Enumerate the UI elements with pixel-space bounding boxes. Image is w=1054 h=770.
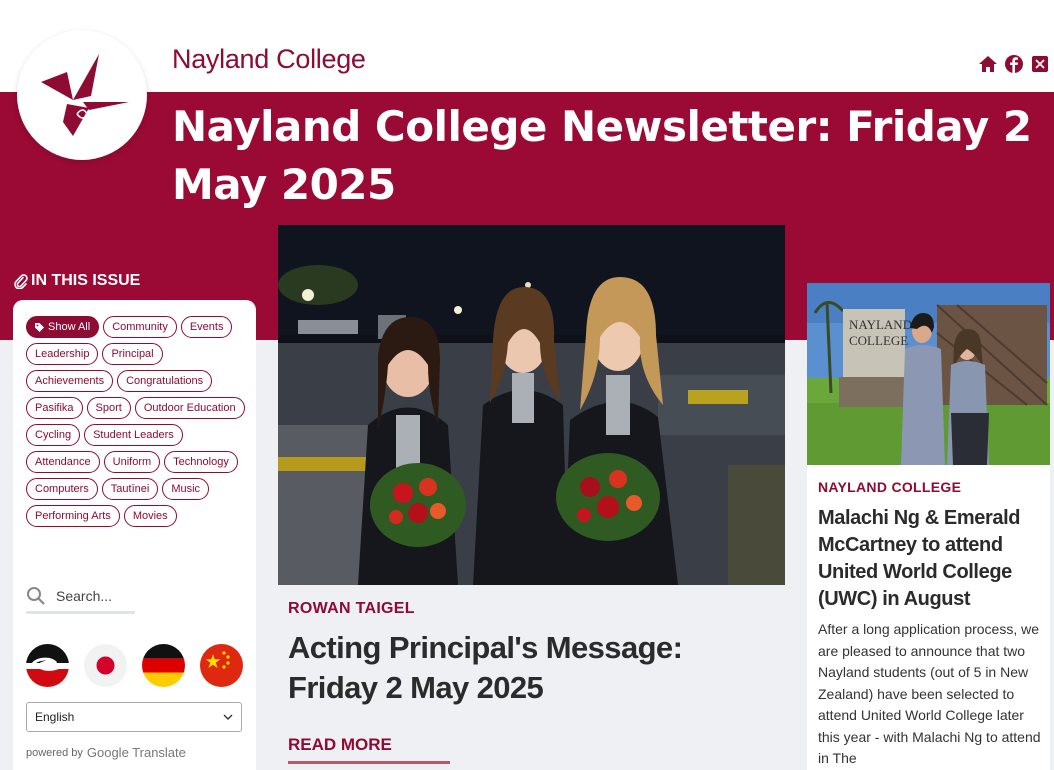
- tag-student-leaders[interactable]: Student Leaders: [84, 424, 183, 446]
- tag-music[interactable]: Music: [162, 478, 210, 500]
- tag-pasifika[interactable]: Pasifika: [26, 397, 83, 419]
- tag-community[interactable]: Community: [103, 316, 177, 338]
- language-select-value: English: [35, 710, 75, 724]
- tag-attendance[interactable]: Attendance: [26, 451, 100, 473]
- crane-logo-icon: [41, 54, 129, 136]
- tag-movies[interactable]: Movies: [123, 505, 177, 527]
- in-this-issue-label: IN THIS ISSUE: [31, 272, 141, 289]
- facebook-icon[interactable]: [1004, 54, 1024, 74]
- students-photo: [278, 225, 785, 585]
- top-bar: [0, 0, 1054, 92]
- maori-flag-icon[interactable]: [26, 644, 69, 687]
- search-input[interactable]: Search...: [26, 580, 135, 614]
- chevron-down-icon: [223, 714, 233, 720]
- card-excerpt: After a long application process, we are…: [818, 621, 1041, 766]
- tag-congratulations[interactable]: Congratulations: [117, 370, 213, 392]
- search-placeholder: Search...: [56, 587, 113, 604]
- tag-uniform[interactable]: Uniform: [103, 451, 161, 473]
- news-card: NAYLAND COLLEGE NAYLAND COLLEGE Malachi …: [807, 283, 1050, 770]
- sidebar: Show All Community Events Leadership Pri…: [13, 300, 256, 770]
- tag-show-all[interactable]: Show All: [26, 316, 100, 338]
- google-translate-brand[interactable]: Google Translate: [87, 745, 186, 760]
- card-title[interactable]: Malachi Ng & Emerald McCartney to attend…: [818, 505, 1046, 613]
- tag-principal[interactable]: Principal: [102, 343, 163, 365]
- home-icon[interactable]: [978, 54, 998, 74]
- feature-author[interactable]: ROWAN TAIGEL: [288, 600, 415, 618]
- tag-events[interactable]: Events: [180, 316, 233, 338]
- tag-icon: [35, 322, 44, 332]
- language-select[interactable]: English: [26, 702, 242, 732]
- tag-technology[interactable]: Technology: [164, 451, 238, 473]
- tag-achievements[interactable]: Achievements: [26, 370, 114, 392]
- china-flag-icon[interactable]: [200, 644, 243, 687]
- tag-list: Show All Community Events Leadership Pri…: [26, 316, 248, 527]
- tag-leadership[interactable]: Leadership: [26, 343, 99, 365]
- page-title: Nayland College Newsletter: Friday 2 May…: [172, 102, 1032, 209]
- feature-title[interactable]: Acting Principal's Message: Friday 2 May…: [288, 628, 768, 708]
- social-links: [978, 54, 1050, 74]
- card-image[interactable]: NAYLAND COLLEGE: [807, 283, 1050, 465]
- tag-computers[interactable]: Computers: [26, 478, 98, 500]
- tag-cycling[interactable]: Cycling: [26, 424, 81, 446]
- in-this-issue-heading: IN THIS ISSUE: [14, 272, 140, 290]
- card-author[interactable]: NAYLAND COLLEGE: [818, 479, 961, 495]
- tag-tautinei[interactable]: Tautīnei: [101, 478, 159, 500]
- svg-text:COLLEGE: COLLEGE: [849, 333, 908, 348]
- paperclip-icon: [14, 274, 28, 289]
- japan-flag-icon[interactable]: [84, 644, 127, 687]
- germany-flag-icon[interactable]: [142, 644, 185, 687]
- tag-performing-arts[interactable]: Performing Arts: [26, 505, 120, 527]
- svg-text:NAYLAND: NAYLAND: [849, 317, 912, 332]
- college-logo[interactable]: [17, 30, 147, 160]
- students-sign-photo: NAYLAND COLLEGE: [807, 283, 1050, 465]
- read-more-link[interactable]: READ MORE: [288, 735, 450, 764]
- tag-outdoor-education[interactable]: Outdoor Education: [134, 397, 245, 419]
- google-translate-attribution: powered by Google Translate: [26, 745, 186, 760]
- powered-by-label: powered by: [26, 746, 83, 759]
- search-icon: [27, 586, 45, 605]
- language-flags: [26, 644, 243, 687]
- tag-label: Show All: [48, 321, 91, 333]
- feature-image[interactable]: [278, 225, 785, 585]
- tag-sport[interactable]: Sport: [86, 397, 131, 419]
- x-icon[interactable]: [1030, 54, 1050, 74]
- site-name[interactable]: Nayland College: [172, 44, 366, 75]
